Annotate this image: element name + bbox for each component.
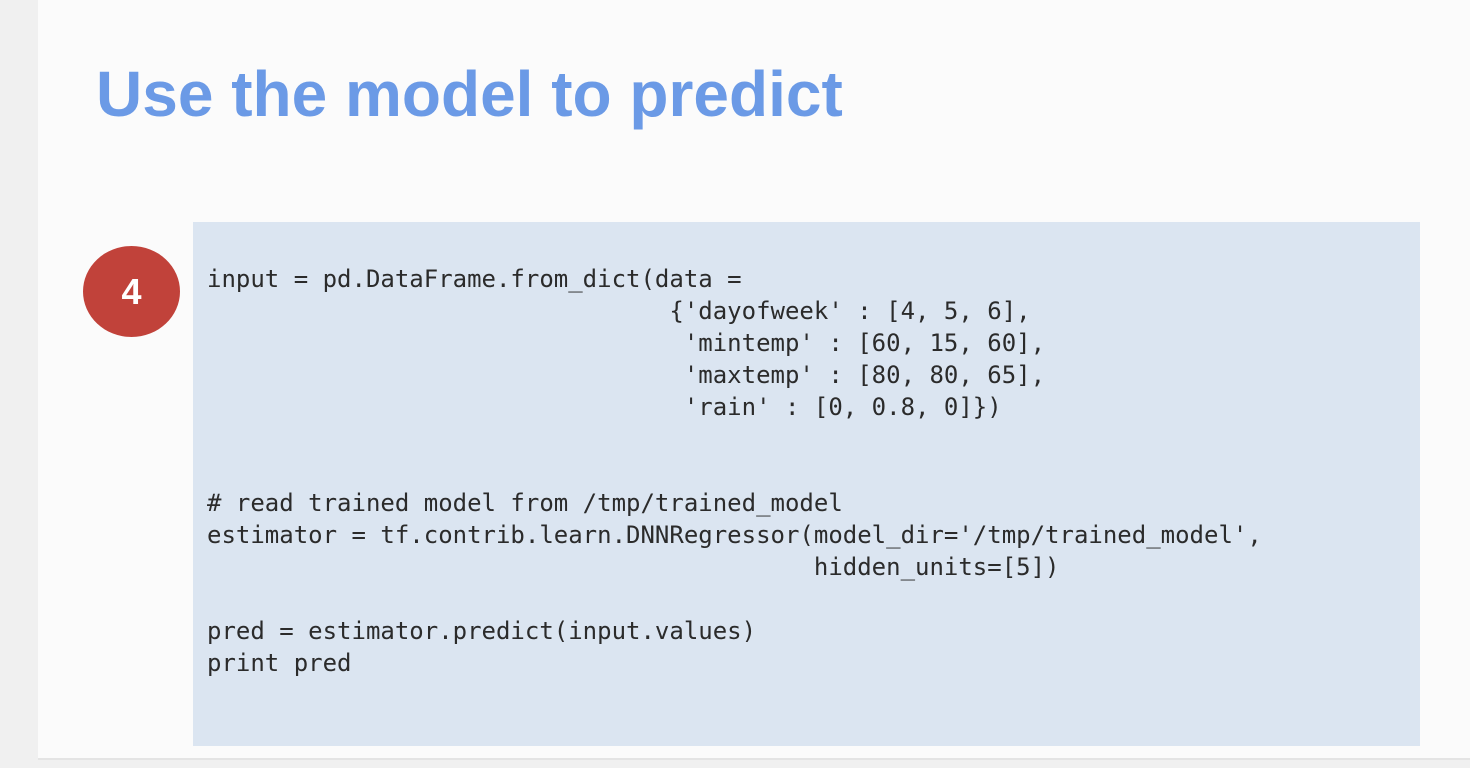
step-number: 4 bbox=[121, 270, 142, 312]
slide-divider bbox=[38, 758, 1470, 760]
slide-title: Use the model to predict bbox=[96, 58, 843, 130]
code-block: input = pd.DataFrame.from_dict(data = {'… bbox=[207, 265, 1262, 677]
step-number-badge: 4 bbox=[83, 246, 180, 337]
